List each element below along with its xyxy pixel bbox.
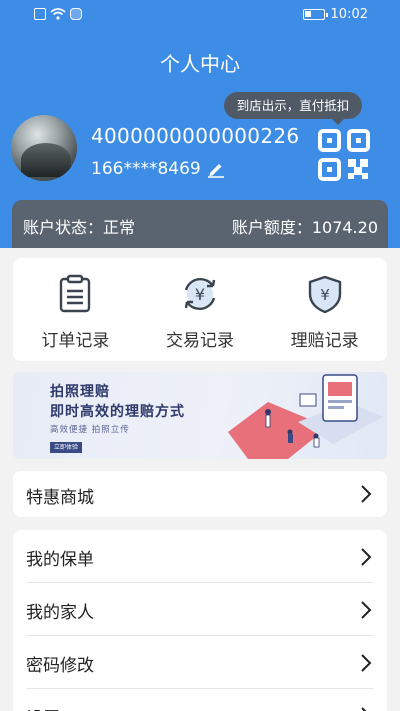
yuan-exchange-icon: ¥	[184, 277, 216, 311]
avatar[interactable]	[11, 115, 77, 181]
menu-item-change-password-label: 密码修改	[26, 656, 94, 676]
banner-try-button[interactable]: 立即体验	[50, 442, 82, 453]
banner-title: 拍照理赔	[50, 384, 110, 400]
account-bar: 账户状态：正常 账户额度：1074.20	[12, 200, 388, 248]
transaction-records-label: 交易记录	[166, 331, 234, 351]
menu-item-settings[interactable]: 设置	[26, 689, 374, 711]
menu-item-mall[interactable]: 特惠商城	[26, 471, 374, 517]
chevron-right-icon	[361, 548, 372, 566]
banner-illustration	[228, 374, 383, 459]
transaction-records-button[interactable]: ¥ 交易记录	[138, 258, 263, 361]
claim-records-button[interactable]: ¥ 理赔记录	[262, 258, 387, 361]
mall-menu: 特惠商城	[13, 471, 387, 517]
app-notification-icon	[70, 8, 82, 20]
phone-row[interactable]: 166****8469	[91, 159, 225, 179]
edit-icon[interactable]	[207, 160, 225, 178]
svg-text:¥: ¥	[320, 286, 330, 304]
svg-text:¥: ¥	[195, 285, 205, 304]
banner-subtitle: 即时高效的理赔方式	[50, 404, 185, 420]
sim-icon	[34, 8, 46, 20]
account-quota: 账户额度：1074.20	[231, 218, 378, 237]
qr-code-icon[interactable]	[317, 128, 371, 182]
chevron-right-icon	[361, 654, 372, 672]
status-icons-left	[34, 8, 82, 20]
chevron-right-icon	[361, 485, 372, 503]
menu-item-change-password[interactable]: 密码修改	[26, 636, 374, 689]
order-records-label: 订单记录	[41, 331, 110, 351]
phone-number: 166****8469	[91, 159, 201, 179]
qr-tooltip: 到店出示，直付抵扣	[224, 92, 362, 125]
page-title: 个人中心	[160, 52, 240, 76]
claim-promo-banner[interactable]: 拍照理赔 即时高效的理赔方式 高效便捷 拍照立传 立即体验	[13, 372, 387, 459]
menu-item-mall-label: 特惠商城	[26, 488, 94, 508]
menu-item-my-policy-label: 我的保单	[26, 550, 94, 570]
yuan-shield-icon: ¥	[308, 275, 341, 314]
chevron-right-icon	[361, 601, 372, 619]
account-status: 账户状态：正常	[23, 218, 136, 237]
main-menu: 我的保单 我的家人 密码修改 设置	[13, 530, 387, 711]
order-records-button[interactable]: 订单记录	[13, 258, 138, 361]
status-bar: 10:02	[0, 0, 400, 30]
chevron-right-icon	[361, 707, 367, 711]
user-id: 4000000000000226	[91, 124, 300, 148]
menu-item-settings-label: 设置	[26, 704, 60, 711]
records-card: 订单记录 ¥ 交易记录 ¥ 理赔记录	[13, 258, 387, 361]
battery-icon	[302, 9, 328, 20]
menu-item-my-family[interactable]: 我的家人	[26, 583, 374, 636]
menu-item-my-policy[interactable]: 我的保单	[26, 530, 374, 583]
banner-tagline: 高效便捷 拍照立传	[50, 425, 130, 435]
clipboard-list-icon	[60, 274, 91, 313]
menu-item-my-family-label: 我的家人	[26, 603, 94, 623]
claim-records-label: 理赔记录	[290, 331, 359, 351]
wifi-icon	[50, 8, 66, 20]
status-time: 10:02	[330, 7, 368, 22]
